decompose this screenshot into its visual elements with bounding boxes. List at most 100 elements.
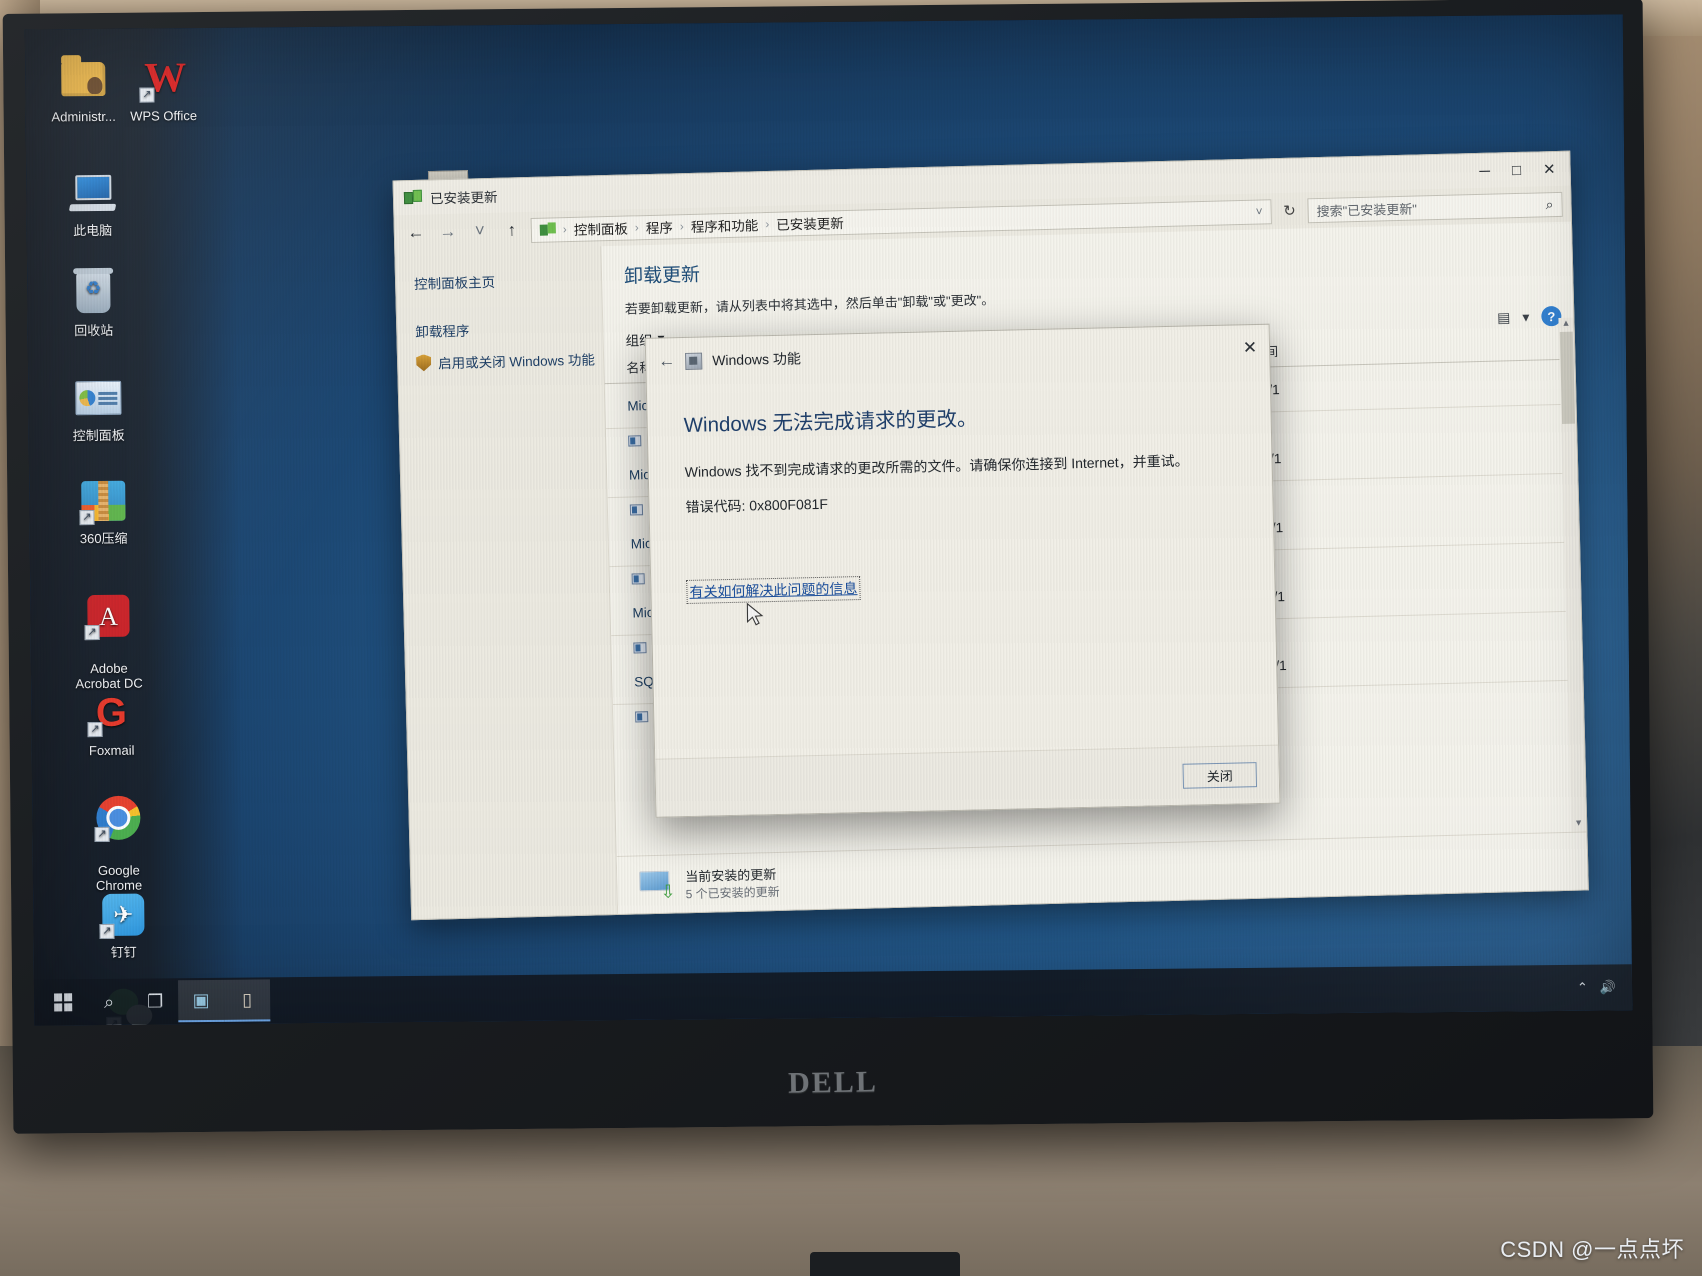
- search-input[interactable]: 搜索"已安装更新" ⌕: [1307, 191, 1563, 223]
- desktop-icon-control-panel[interactable]: 控制面板: [46, 373, 151, 443]
- chevron-down-icon[interactable]: ˅: [1255, 204, 1262, 218]
- status-bar: ⇩ 当前安装的更新 5 个已安装的更新: [616, 831, 1588, 914]
- sidebar-item-windows-features[interactable]: 启用或关闭 Windows 功能: [416, 348, 603, 373]
- foxmail-icon: G ↗: [87, 689, 135, 738]
- installed-updates-icon: [403, 189, 423, 206]
- desktop-icon-label: 360压缩: [79, 530, 128, 547]
- taskbar-app-explorer[interactable]: ▯: [223, 979, 271, 1022]
- breadcrumb-item-programs[interactable]: 程序: [646, 216, 673, 237]
- taskbar[interactable]: ⌕ ❐ ▣ ▯ ⌃ 🔊: [33, 964, 1633, 1026]
- scroll-up-icon[interactable]: ▲: [1558, 318, 1573, 332]
- taskbar-app-control-panel[interactable]: ▣: [177, 979, 225, 1023]
- breadcrumb-item-installed-updates[interactable]: 已安装更新: [776, 212, 844, 234]
- this-pc-icon: [68, 169, 117, 217]
- desktop-icon-360-zip[interactable]: ↗ 360压缩: [51, 476, 156, 546]
- desktop-icon-label: 钉钉: [110, 944, 137, 960]
- desktop-icon-wps-office[interactable]: W ↗ WPS Office: [111, 54, 216, 124]
- installed-updates-icon: ⇩: [639, 870, 676, 901]
- window-title: 已安装更新: [429, 189, 498, 207]
- back-button[interactable]: ←: [403, 221, 430, 246]
- status-title: 当前安装的更新: [685, 866, 777, 884]
- forward-button[interactable]: →: [435, 220, 462, 245]
- desktop-icon-label: 控制面板: [72, 427, 125, 444]
- desktop-icon-recycle-bin[interactable]: 回收站: [41, 269, 146, 339]
- windows-desktop[interactable]: Administr... W ↗ WPS Office 此电脑 ♻ 回收站 控制…: [24, 14, 1633, 1026]
- dialog-close-button[interactable]: ✕: [1243, 338, 1258, 358]
- troubleshoot-link[interactable]: 有关如何解决此问题的信息: [686, 575, 861, 605]
- status-count: 5 个已安装的更新: [685, 884, 780, 901]
- recent-locations-button[interactable]: ˅: [467, 219, 494, 244]
- close-dialog-button[interactable]: 关闭: [1182, 762, 1258, 789]
- desktop-icon-label: 此电脑: [73, 222, 113, 239]
- shortcut-arrow-icon: ↗: [139, 87, 155, 103]
- scroll-down-icon[interactable]: ▼: [1571, 817, 1586, 831]
- control-panel-icon: [539, 222, 556, 236]
- dialog-heading: Windows 无法完成请求的更改。: [683, 407, 978, 437]
- breadcrumb-separator: ›: [634, 220, 639, 235]
- view-options[interactable]: ▤ ▾ ?: [1497, 305, 1562, 328]
- update-icon: [633, 641, 647, 654]
- desktop-icon-dingtalk[interactable]: ✈ ↗ 钉钉: [71, 890, 176, 960]
- wps-office-icon: W ↗: [139, 54, 187, 103]
- shield-icon: [416, 354, 431, 371]
- monitor-bezel: Administr... W ↗ WPS Office 此电脑 ♻ 回收站 控制…: [2, 0, 1654, 1134]
- system-tray[interactable]: ⌃ 🔊: [1577, 979, 1626, 995]
- desktop-icon-this-pc[interactable]: 此电脑: [40, 169, 145, 239]
- breadcrumb-separator: ›: [765, 216, 770, 232]
- update-icon: [631, 572, 645, 585]
- control-panel-icon: [74, 374, 122, 422]
- breadcrumb-separator: ›: [562, 222, 568, 237]
- dialog-title: Windows 功能: [712, 350, 802, 369]
- desktop-icon-label: 回收站: [74, 322, 114, 339]
- breadcrumb-item-programs-and-features[interactable]: 程序和功能: [691, 214, 759, 236]
- windows-features-icon: [685, 352, 703, 370]
- sidebar-item-uninstall-program[interactable]: 卸载程序: [415, 316, 602, 341]
- mouse-cursor: [746, 602, 764, 626]
- search-icon: ⌕: [104, 991, 115, 1012]
- folder-icon: ▯: [242, 989, 253, 1010]
- dialog-body: Windows 无法完成请求的更改。 Windows 找不到完成请求的更改所需的…: [647, 371, 1275, 605]
- shortcut-arrow-icon: ↗: [87, 721, 103, 738]
- maximize-button[interactable]: □: [1512, 161, 1521, 178]
- back-arrow-icon[interactable]: ←: [658, 351, 675, 371]
- up-button[interactable]: ↑: [499, 218, 526, 243]
- desktop-icon-label: WPS Office: [130, 108, 198, 124]
- shortcut-arrow-icon: ↗: [99, 923, 115, 940]
- refresh-icon[interactable]: ↻: [1277, 198, 1302, 223]
- volume-icon[interactable]: 🔊: [1600, 979, 1616, 995]
- scrollbar-thumb[interactable]: [1559, 331, 1576, 424]
- search-button[interactable]: ⌕: [86, 981, 132, 1023]
- chevron-down-icon[interactable]: ▾: [1522, 308, 1529, 325]
- dingtalk-icon: ✈ ↗: [99, 891, 147, 940]
- explorer-sidebar[interactable]: 控制面板主页 卸载程序 启用或关闭 Windows 功能: [395, 246, 617, 919]
- task-view-button[interactable]: ❐: [132, 980, 178, 1022]
- search-icon: ⌕: [1545, 195, 1554, 212]
- desktop-icon-adobe-acrobat[interactable]: A ↗ Adobe Acrobat DC: [56, 576, 161, 706]
- desktop-icon-label: Foxmail: [88, 742, 135, 759]
- windows-features-dialog[interactable]: ← Windows 功能 ✕ Windows 无法完成请求的更改。 Window…: [644, 323, 1281, 818]
- start-button[interactable]: [40, 981, 86, 1023]
- photograph-of-monitor: Administr... W ↗ WPS Office 此电脑 ♻ 回收站 控制…: [0, 0, 1702, 1276]
- monitor-stand: [810, 1252, 961, 1276]
- update-icon: [629, 503, 644, 516]
- breadcrumb-item-control-panel[interactable]: 控制面板: [574, 218, 628, 239]
- chevron-up-icon[interactable]: ⌃: [1577, 980, 1588, 996]
- windows-logo-icon: [54, 993, 73, 1012]
- task-view-icon: ❐: [146, 990, 164, 1012]
- update-icon: [635, 710, 649, 722]
- sidebar-item-control-panel-home[interactable]: 控制面板主页: [414, 268, 601, 293]
- close-button[interactable]: ✕: [1543, 161, 1556, 178]
- desktop-icon-foxmail[interactable]: G ↗ Foxmail: [59, 688, 164, 758]
- dialog-error-code: 错误代码: 0x800F081F: [685, 495, 829, 515]
- recycle-bin-icon: [69, 269, 117, 317]
- desktop-icon-google-chrome[interactable]: ↗ Google Chrome: [66, 778, 171, 908]
- monitor-brand-logo: DELL: [787, 1065, 879, 1100]
- monitor-screen: Administr... W ↗ WPS Office 此电脑 ♻ 回收站 控制…: [24, 14, 1633, 1026]
- dialog-message: Windows 找不到完成请求的更改所需的文件。请确保你连接到 Internet…: [684, 452, 1189, 480]
- view-list-icon[interactable]: ▤: [1497, 309, 1511, 326]
- minimize-button[interactable]: ─: [1479, 162, 1490, 179]
- search-placeholder: 搜索"已安装更新": [1316, 201, 1418, 219]
- shortcut-arrow-icon: ↗: [94, 826, 110, 843]
- control-panel-icon: ▣: [192, 989, 210, 1010]
- window-controls[interactable]: ─ □ ✕: [1479, 161, 1560, 180]
